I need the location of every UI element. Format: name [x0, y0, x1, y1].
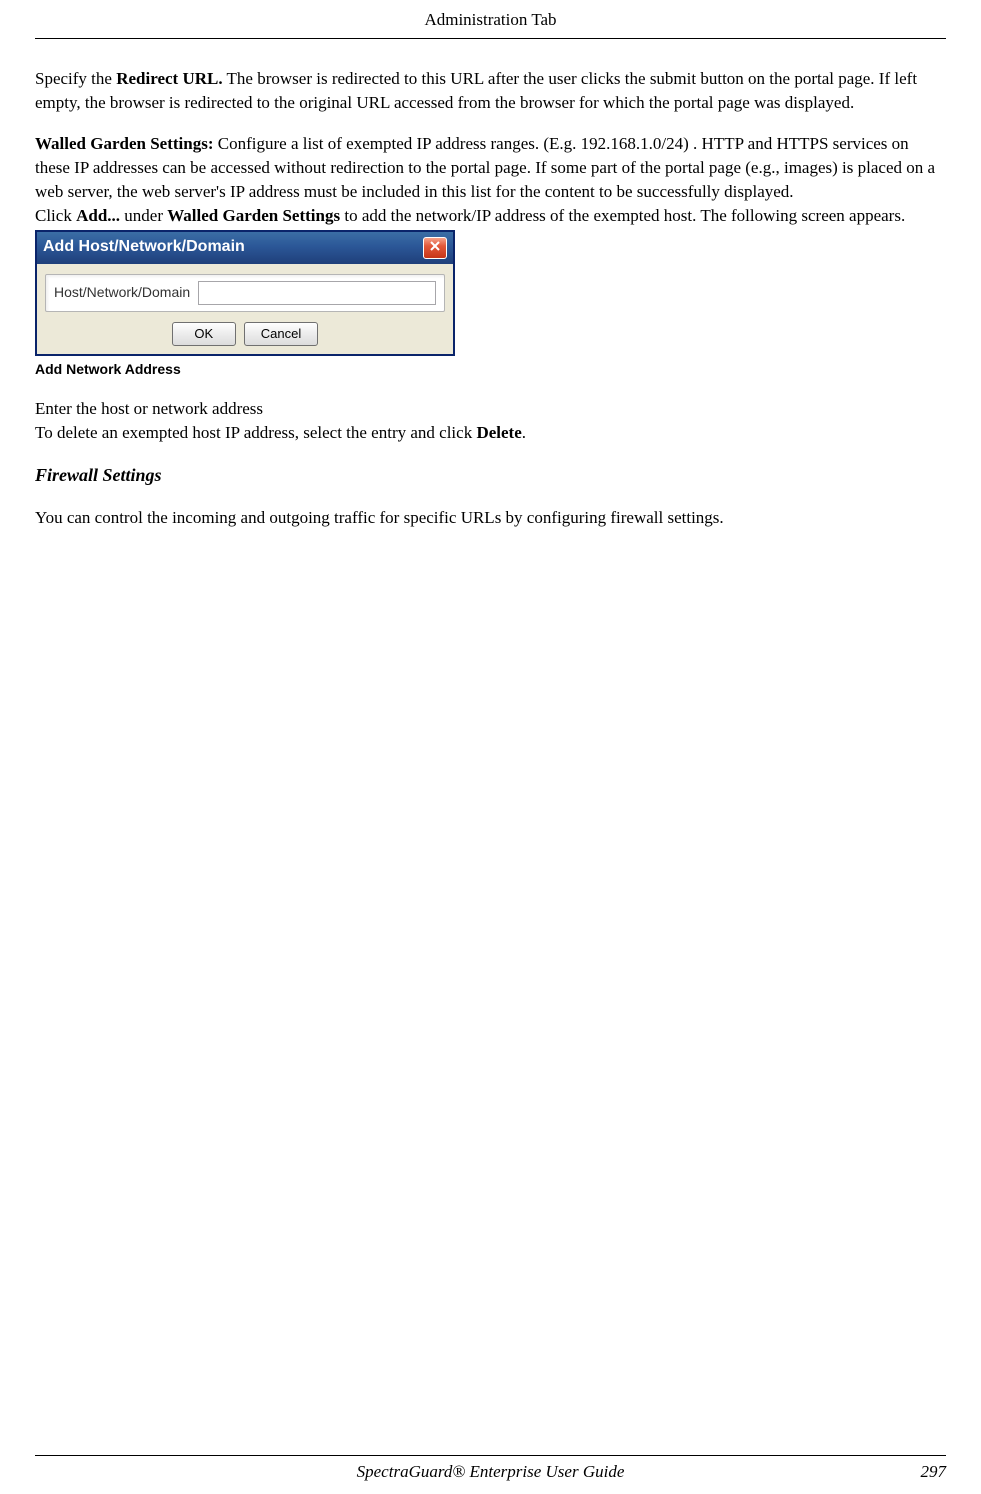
- dialog-title: Add Host/Network/Domain: [43, 236, 245, 258]
- dialog-body: Host/Network/Domain OK Cancel: [37, 264, 453, 354]
- bold-add: Add...: [76, 206, 120, 225]
- footer-title: SpectraGuard® Enterprise User Guide: [357, 1460, 625, 1484]
- footer-page-number: 297: [921, 1460, 947, 1484]
- page-content: Specify the Redirect URL. The browser is…: [35, 39, 946, 1455]
- paragraph-firewall: You can control the incoming and outgoin…: [35, 506, 946, 530]
- add-host-dialog: Add Host/Network/Domain Host/Network/Dom…: [35, 230, 455, 356]
- page-footer: SpectraGuard® Enterprise User Guide 297: [35, 1455, 946, 1494]
- bold-walled-garden: Walled Garden Settings:: [35, 134, 214, 153]
- paragraph-redirect-url: Specify the Redirect URL. The browser is…: [35, 67, 946, 115]
- bold-redirect-url: Redirect URL.: [116, 69, 222, 88]
- dialog-titlebar: Add Host/Network/Domain: [37, 232, 453, 264]
- section-heading-firewall: Firewall Settings: [35, 463, 946, 488]
- cancel-button[interactable]: Cancel: [244, 322, 318, 346]
- host-network-domain-label: Host/Network/Domain: [54, 283, 190, 303]
- paragraph-delete: To delete an exempted host IP address, s…: [35, 421, 946, 445]
- bold-walled-garden-settings: Walled Garden Settings: [167, 206, 340, 225]
- paragraph-click-add: Click Add... under Walled Garden Setting…: [35, 204, 946, 228]
- close-icon: [429, 238, 441, 258]
- bold-delete: Delete: [476, 423, 521, 442]
- paragraph-walled-garden: Walled Garden Settings: Configure a list…: [35, 132, 946, 203]
- paragraph-enter-host: Enter the host or network address: [35, 397, 946, 421]
- dialog-buttons: OK Cancel: [45, 322, 445, 346]
- page-header: Administration Tab: [35, 0, 946, 39]
- ok-button[interactable]: OK: [172, 322, 236, 346]
- header-title: Administration Tab: [424, 10, 556, 29]
- figure-caption: Add Network Address: [35, 360, 946, 380]
- host-network-domain-input[interactable]: [198, 281, 436, 305]
- field-row: Host/Network/Domain: [45, 274, 445, 312]
- close-button[interactable]: [423, 237, 447, 259]
